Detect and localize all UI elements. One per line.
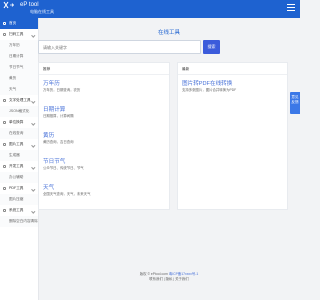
logo-text: eP tool <box>20 2 39 8</box>
sidebar-item-label: 生成器 <box>9 153 20 157</box>
logo-subtitle: 电脑在线工具 <box>30 9 54 14</box>
panel-heading: 最新 <box>182 67 190 71</box>
search-button[interactable]: 搜索 <box>203 40 220 54</box>
sidebar-item-festivals[interactable]: 节日节气 <box>0 62 38 73</box>
sidebar-category-2[interactable]: 文字处理工具 <box>0 95 38 106</box>
panel-heading: 推荐 <box>43 67 51 71</box>
divider <box>178 74 287 75</box>
sidebar-item-label: 节日节气 <box>9 65 24 69</box>
divider <box>39 74 169 75</box>
tool-desc: 支持多张图片，图片合并转换为PDF <box>182 88 237 92</box>
recommended-panel: 推荐 万年历 万年历，日期查询，农历 日期计算 日期推算，计算间隔 黄历 黄历查… <box>38 62 170 210</box>
sidebar-item-cleanup[interactable]: 删除空白内容清除 <box>0 216 38 227</box>
tool-link-calendar[interactable]: 万年历 <box>43 81 60 88</box>
sidebar-item-calendar[interactable]: 万年历 <box>0 40 38 51</box>
tool-desc: 全国天气查询，天气，未来天气 <box>43 192 91 196</box>
sidebar-item-label: 办公辅助 <box>9 175 24 179</box>
category-icon <box>3 121 6 124</box>
category-icon <box>3 33 6 36</box>
sidebar-item-office[interactable]: 办公辅助 <box>0 172 38 183</box>
tool-desc: 黄历查询，吉日查询 <box>43 140 74 144</box>
top-header: eP tool 电脑在线工具 <box>0 0 300 18</box>
sidebar-item-label: 文字处理工具 <box>9 98 31 102</box>
sidebar-item-label: 在线查询 <box>9 131 24 135</box>
sidebar-item-image-compress[interactable]: 图片压缩 <box>0 194 38 205</box>
search-input[interactable] <box>39 41 200 53</box>
logo-icon <box>3 1 15 9</box>
sidebar-item-label: 日期计算 <box>9 54 24 58</box>
sidebar-item-label: 单位换算 <box>9 120 24 124</box>
category-icon <box>3 99 6 102</box>
tool-desc: 公众节日、传统节日、节气 <box>43 166 84 170</box>
sidebar-item-label: PDF工具 <box>9 186 24 190</box>
sidebar-category-4[interactable]: 图片工具 <box>0 139 38 150</box>
sidebar-item-label: JSON格式化 <box>9 109 30 113</box>
sidebar-item-weather[interactable]: 天气 <box>0 84 38 95</box>
tool-link-date-calc[interactable]: 日期计算 <box>43 107 65 114</box>
sidebar-item-label: 天气 <box>9 87 17 91</box>
sidebar-item-label: 万年历 <box>9 43 20 47</box>
category-icon <box>3 187 6 190</box>
category-icon <box>3 165 6 168</box>
tool-link-weather[interactable]: 天气 <box>43 185 54 192</box>
home-icon <box>3 22 6 25</box>
sidebar-item-label: 图片压缩 <box>9 197 24 201</box>
tool-desc: 万年历，日期查询，农历 <box>43 88 81 92</box>
category-icon <box>3 209 6 212</box>
category-icon <box>3 143 6 146</box>
search-box <box>38 40 201 54</box>
sidebar-category-3[interactable]: 单位换算 <box>0 117 38 128</box>
sidebar-category-7[interactable]: 系统工具 <box>0 205 38 216</box>
latest-panel: 最新 图片转PDF在线转换 支持多张图片，图片合并转换为PDF <box>177 62 288 210</box>
page-title: 在线工具 <box>157 30 180 36</box>
sidebar-category-5[interactable]: 开发工具 <box>0 161 38 172</box>
sidebar-category-6[interactable]: PDF工具 <box>0 183 38 194</box>
sidebar-item-generator[interactable]: 生成器 <box>0 150 38 161</box>
sidebar-item-label: 删除空白内容清除 <box>9 219 38 223</box>
sidebar-category-1[interactable]: 扫码工具 <box>0 29 38 40</box>
tool-link-image-to-pdf[interactable]: 图片转PDF在线转换 <box>182 81 232 88</box>
sidebar-item-date-calc[interactable]: 日期计算 <box>0 51 38 62</box>
menu-icon[interactable] <box>287 4 295 12</box>
sidebar-item-almanac[interactable]: 黄历 <box>0 73 38 84</box>
copyright-text: 版权 © ePtool.com <box>139 272 168 276</box>
tool-link-almanac[interactable]: 黄历 <box>43 133 54 140</box>
sidebar-item-json[interactable]: JSON格式化 <box>0 106 38 117</box>
feedback-button[interactable]: 意见反馈 <box>290 92 300 114</box>
sidebar-item-label: 扫码工具 <box>9 32 24 36</box>
sidebar: 首页 扫码工具 万年历 日期计算 节日节气 黄历 天气 文字处理工具 JSON格… <box>0 18 39 300</box>
sidebar-item-label: 系统工具 <box>9 208 24 212</box>
footer: 版权 © ePtool.com 粤ICP备17xxxx号-1 联系我们 | 隐私… <box>38 272 300 282</box>
tool-desc: 日期推算，计算间隔 <box>43 114 74 118</box>
tool-link-festivals[interactable]: 节日节气 <box>43 159 65 166</box>
sidebar-item-label: 黄历 <box>9 76 17 80</box>
sidebar-item-label: 首页 <box>9 21 17 25</box>
footer-links[interactable]: 联系我们 | 隐私 | 关于我们 <box>38 277 300 282</box>
sidebar-item-home[interactable]: 首页 <box>0 18 38 29</box>
icp-link[interactable]: 粤ICP备17xxxx号-1 <box>169 272 198 276</box>
sidebar-item-label: 图片工具 <box>9 142 24 146</box>
sidebar-item-query[interactable]: 在线查询 <box>0 128 38 139</box>
sidebar-item-label: 开发工具 <box>9 164 24 168</box>
